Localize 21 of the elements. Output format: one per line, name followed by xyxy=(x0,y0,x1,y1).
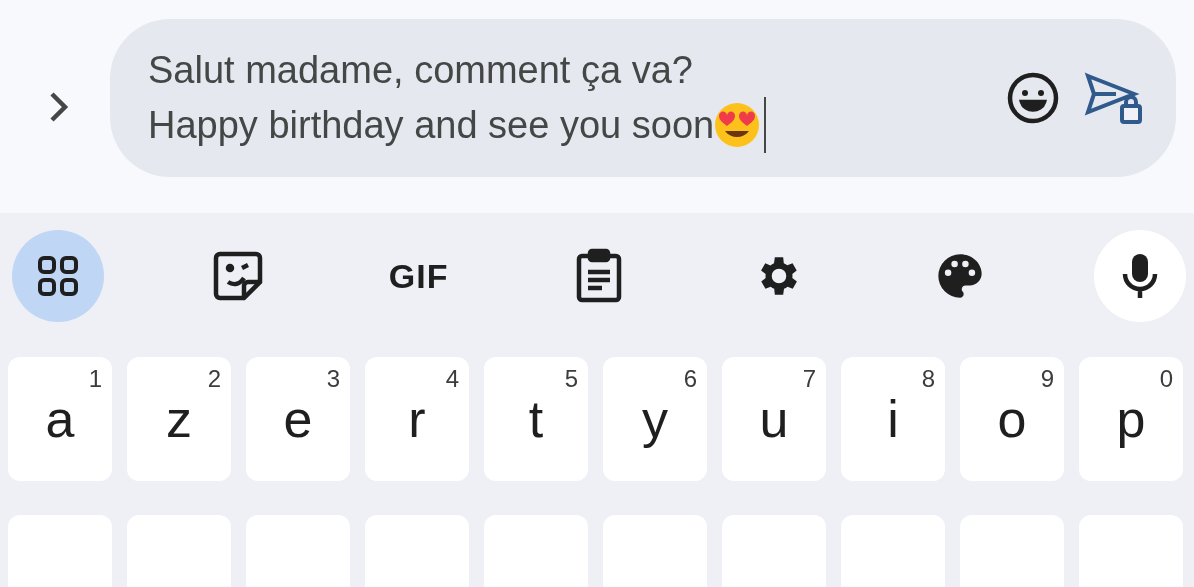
key[interactable]: z 2 xyxy=(127,357,231,481)
key[interactable]: t 5 xyxy=(484,357,588,481)
grid-icon xyxy=(36,254,80,298)
message-text: Salut madame, comment ça va? xyxy=(148,47,694,93)
message-text: Happy birthday and see you soon xyxy=(148,102,715,148)
chevron-right-icon[interactable] xyxy=(48,89,70,124)
key[interactable]: r 4 xyxy=(365,357,469,481)
text-cursor xyxy=(764,96,767,153)
heart-eyes-emoji-icon xyxy=(714,101,761,148)
smiley-icon xyxy=(1006,70,1060,125)
key[interactable]: o 9 xyxy=(960,357,1064,481)
clipboard-icon xyxy=(575,248,623,304)
key[interactable]: e 3 xyxy=(246,357,350,481)
gif-button[interactable]: GIF xyxy=(372,230,465,322)
key[interactable]: p 0 xyxy=(1079,357,1183,481)
key[interactable]: a 1 xyxy=(8,357,112,481)
key[interactable]: y 6 xyxy=(603,357,707,481)
key[interactable]: u 7 xyxy=(722,357,826,481)
message-field[interactable]: Salut madame, comment ça va? Happy birthday and see you soon xyxy=(148,42,982,153)
key[interactable]: i 8 xyxy=(841,357,945,481)
emoji-button[interactable] xyxy=(1006,70,1060,125)
